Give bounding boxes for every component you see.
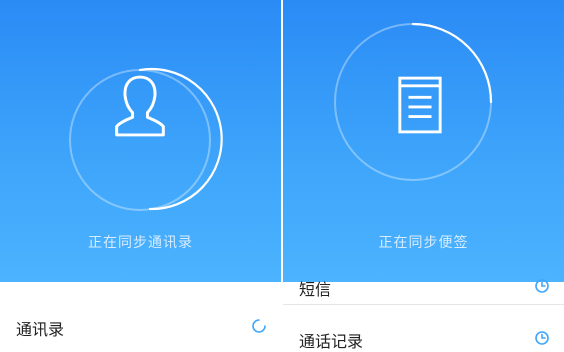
sync-status-text: 正在同步通讯录: [88, 235, 193, 251]
clock-icon: [535, 331, 549, 345]
list-item-label: 短信: [299, 280, 332, 299]
loading-spinner-icon: [252, 319, 266, 333]
notes-sync-panel: 正在同步便签 短信 通话记录: [283, 0, 564, 352]
sync-status-text: 正在同步便签: [378, 235, 469, 251]
list-item-label: 通讯录: [16, 320, 65, 339]
contacts-sync-panel: 正在同步通讯录 通讯录: [0, 0, 281, 352]
note-icon: [398, 76, 442, 134]
list-item-label: 通话记录: [299, 332, 364, 351]
person-icon: [115, 75, 165, 137]
list-item-sms[interactable]: 短信: [283, 268, 564, 305]
sync-item-list: 短信 通话记录: [283, 279, 564, 352]
clock-icon: [535, 279, 549, 293]
sync-header: 正在同步便签: [283, 0, 564, 282]
sync-item-list: 通讯录: [0, 282, 281, 352]
list-item-contacts[interactable]: 通讯录: [0, 308, 281, 344]
sync-header: 正在同步通讯录: [0, 0, 281, 282]
list-item-call-log[interactable]: 通话记录: [283, 320, 564, 352]
